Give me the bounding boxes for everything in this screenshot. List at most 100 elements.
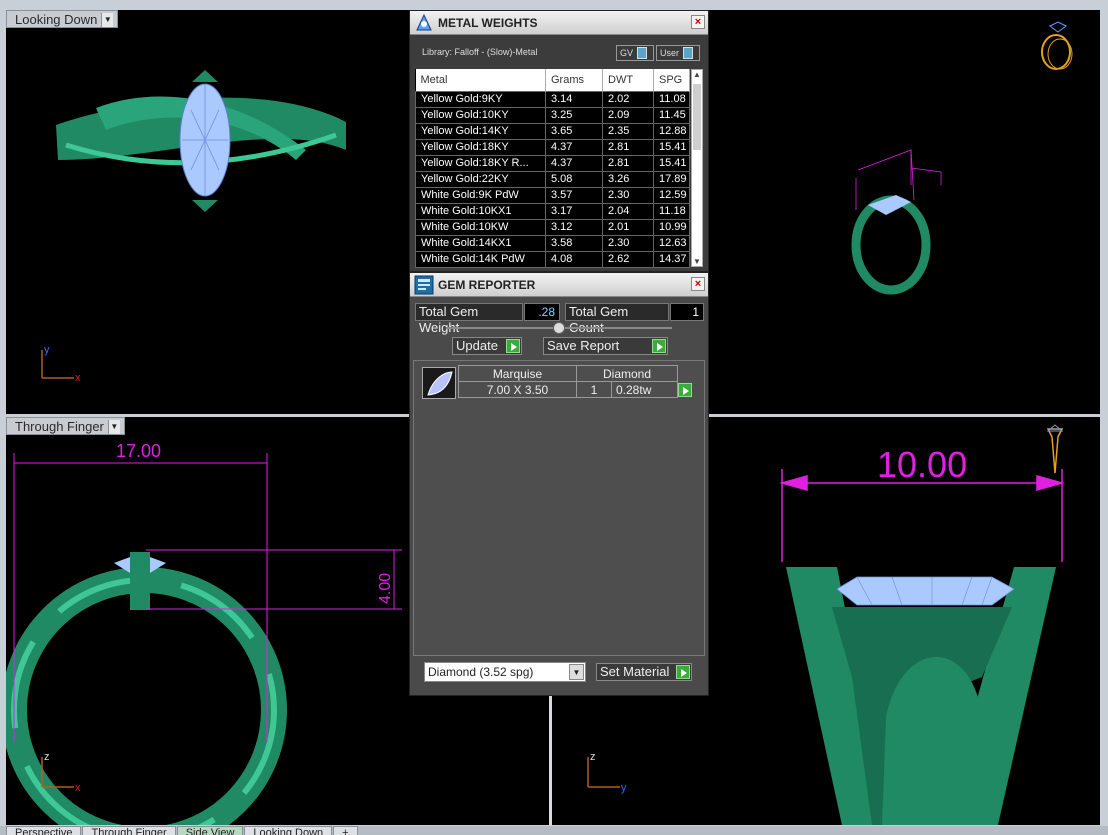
cell-grams: 3.65	[545, 122, 603, 140]
table-row[interactable]: White Gold:9K PdW 3.57 2.30 12.59	[415, 186, 690, 204]
toggle-switch[interactable]	[637, 47, 648, 59]
column-header-grams[interactable]: Grams	[545, 69, 603, 91]
metal-weights-title-bar[interactable]: METAL WEIGHTS ×	[410, 11, 708, 35]
cell-dwt: 2.81	[602, 154, 654, 172]
column-header-dwt[interactable]: DWT	[602, 69, 654, 91]
table-row[interactable]: Yellow Gold:22KY 5.08 3.26 17.89	[415, 170, 690, 188]
set-material-button[interactable]: Set Material	[596, 663, 692, 681]
metal-weights-table: Metal Grams DWT SPG Yellow Gold:9KY 3.14 2…	[415, 69, 690, 268]
cell-dwt: 2.04	[602, 202, 654, 220]
cell-spg: 15.41	[653, 138, 690, 156]
play-icon	[652, 339, 666, 353]
gem-reporter-title-bar[interactable]: GEM REPORTER ×	[410, 273, 708, 297]
dimension-width-label: 17.00	[116, 441, 161, 461]
cell-spg: 11.45	[653, 106, 690, 124]
update-button-label: Update	[456, 338, 498, 353]
cell-grams: 3.12	[545, 218, 603, 236]
viewport-selector-through-finger[interactable]: Through Finger ▼	[6, 417, 125, 435]
chevron-down-icon[interactable]: ▼	[569, 664, 584, 680]
splitter-handle[interactable]	[553, 322, 565, 334]
scroll-down-icon[interactable]: ▼	[692, 257, 702, 266]
report-icon	[414, 275, 434, 295]
gv-toggle[interactable]: GV	[616, 45, 654, 61]
cell-dwt: 2.35	[602, 122, 654, 140]
tab-add[interactable]: +	[333, 826, 358, 835]
table-row[interactable]: 7.00 X 3.50 1 0.28tw	[458, 381, 692, 398]
panel-title: GEM REPORTER	[438, 277, 536, 292]
gem-material: Diamond	[576, 365, 678, 382]
cell-metal: White Gold:10KX1	[415, 202, 546, 220]
table-row[interactable]: White Gold:14K PdW 4.08 2.62 14.37	[415, 250, 690, 268]
table-row[interactable]: White Gold:14KX1 3.58 2.30 12.63	[415, 234, 690, 252]
user-toggle[interactable]: User	[656, 45, 700, 61]
cell-dwt: 2.01	[602, 218, 654, 236]
column-header-metal[interactable]: Metal	[415, 69, 546, 91]
table-row[interactable]: Yellow Gold:10KY 3.25 2.09 11.45	[415, 106, 690, 124]
ring-top-view	[56, 70, 346, 212]
dimension-height-label: 4.00	[377, 573, 394, 604]
metal-weights-panel: METAL WEIGHTS × Library: Falloff - (Slow…	[409, 10, 709, 272]
chevron-down-icon[interactable]: ▼	[101, 12, 114, 27]
marquise-gem-icon[interactable]	[422, 367, 456, 399]
viewport-label: Through Finger	[15, 419, 104, 434]
axis-x-label: x	[75, 782, 81, 794]
cell-spg: 15.41	[653, 154, 690, 172]
viewport-selector-looking-down[interactable]: Looking Down ▼	[6, 10, 119, 28]
cell-dwt: 3.26	[602, 170, 654, 188]
table-row[interactable]: Yellow Gold:18KY 4.37 2.81 15.41	[415, 138, 690, 156]
total-gem-weight-label: Total Gem Weight	[415, 303, 523, 335]
table-row[interactable]: Marquise Diamond	[458, 365, 678, 382]
user-toggle-label: User	[660, 48, 680, 58]
gem-size: 7.00 X 3.50	[458, 381, 577, 398]
cell-metal: Yellow Gold:18KY R...	[415, 154, 546, 172]
gv-toggle-label: GV	[620, 48, 634, 58]
cell-metal: Yellow Gold:10KY	[415, 106, 546, 124]
tab-through-finger[interactable]: Through Finger	[82, 826, 176, 835]
cell-grams: 4.37	[545, 138, 603, 156]
gem-list: Marquise Diamond 7.00 X 3.50 1 0.28tw	[413, 360, 705, 656]
table-row[interactable]: Yellow Gold:18KY R... 4.37 2.81 15.41	[415, 154, 690, 172]
cell-spg: 11.08	[653, 90, 690, 108]
ring-view-icon[interactable]	[1041, 21, 1073, 70]
material-select[interactable]: Diamond (3.52 spg) ▼	[424, 662, 586, 682]
viewport-label: Looking Down	[15, 12, 98, 27]
ring-perspective-view	[851, 149, 942, 295]
table-row[interactable]: Yellow Gold:9KY 3.14 2.02 11.08	[415, 90, 690, 108]
cell-metal: Yellow Gold:22KY	[415, 170, 546, 188]
scroll-thumb[interactable]	[693, 84, 701, 150]
library-label: Library: Falloff - (Slow)-Metal	[422, 47, 538, 57]
tab-perspective[interactable]: Perspective	[6, 826, 82, 835]
cell-dwt: 2.02	[602, 90, 654, 108]
table-row[interactable]: Yellow Gold:14KY 3.65 2.35 12.88	[415, 122, 690, 140]
cell-dwt: 2.62	[602, 250, 654, 268]
tab-looking-down[interactable]: Looking Down	[244, 826, 333, 835]
column-header-spg[interactable]: SPG	[653, 69, 690, 91]
gem-view-icon[interactable]	[1046, 424, 1064, 474]
cell-spg: 17.89	[653, 170, 690, 188]
close-icon[interactable]: ×	[691, 15, 705, 29]
cell-metal: Yellow Gold:14KY	[415, 122, 546, 140]
close-icon[interactable]: ×	[691, 277, 705, 291]
table-row[interactable]: White Gold:10KW 3.12 2.01 10.99	[415, 218, 690, 236]
cell-grams: 3.14	[545, 90, 603, 108]
update-button[interactable]: Update	[452, 337, 522, 355]
cell-grams: 5.08	[545, 170, 603, 188]
toggle-switch[interactable]	[683, 47, 694, 59]
scroll-up-icon[interactable]: ▲	[692, 70, 702, 79]
total-gem-weight-value: .28	[524, 303, 560, 321]
cell-metal: White Gold:10KW	[415, 218, 546, 236]
gem-table: Marquise Diamond 7.00 X 3.50 1 0.28tw	[458, 365, 692, 398]
save-report-button-label: Save Report	[547, 338, 620, 353]
cell-metal: White Gold:14KX1	[415, 234, 546, 252]
cell-spg: 12.88	[653, 122, 690, 140]
cell-metal: Yellow Gold:18KY	[415, 138, 546, 156]
table-row[interactable]: White Gold:10KX1 3.17 2.04 11.18	[415, 202, 690, 220]
tab-side-view[interactable]: Side View	[176, 826, 244, 835]
cell-dwt: 2.09	[602, 106, 654, 124]
ring-front-view	[6, 552, 287, 825]
chevron-down-icon[interactable]: ▼	[107, 419, 120, 434]
metal-table-scrollbar[interactable]: ▲ ▼	[691, 69, 703, 267]
cell-metal: White Gold:9K PdW	[415, 186, 546, 204]
save-report-button[interactable]: Save Report	[543, 337, 668, 355]
gem-expand-button[interactable]	[677, 382, 693, 398]
